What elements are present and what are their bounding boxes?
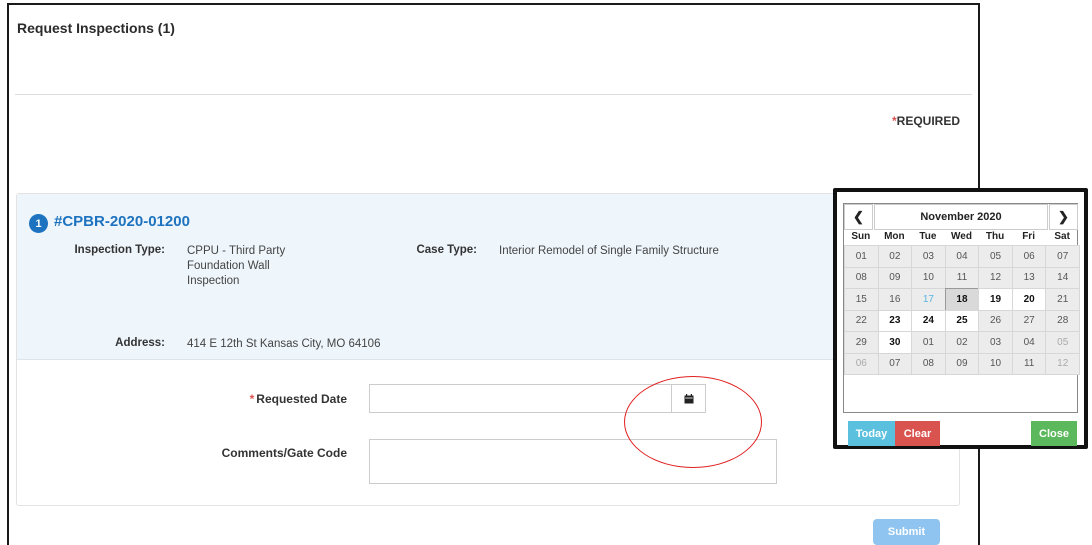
calendar-day[interactable]: 30 xyxy=(877,331,913,354)
calendar-day: 15 xyxy=(844,288,879,311)
weekday-header: Sun Mon Tue Wed Thu Fri Sat xyxy=(844,231,1079,244)
calendar-day: 05 xyxy=(1045,331,1080,354)
calendar-day: 14 xyxy=(1045,266,1080,289)
weekday-label: Tue xyxy=(919,231,937,242)
calendar-day: 03 xyxy=(911,245,946,268)
address-value: 414 E 12th St Kansas City, MO 64106 xyxy=(187,338,381,350)
chevron-right-icon: ❯ xyxy=(1058,209,1069,224)
calendar-day: 29 xyxy=(844,331,879,354)
required-note-text: REQUIRED xyxy=(896,114,960,128)
calendar-day: 11 xyxy=(944,266,980,289)
weekday-label: Sat xyxy=(1054,231,1070,242)
prev-month-button[interactable]: ❮ xyxy=(844,204,873,230)
weekday-label: Sun xyxy=(851,231,871,242)
calendar-day: 07 xyxy=(1045,245,1080,268)
calendar-day: 05 xyxy=(978,245,1013,268)
header-divider xyxy=(15,94,972,95)
calendar-day: 06 xyxy=(1011,245,1047,268)
calendar-days: 01 02 03 04 05 06 07 08 09 10 11 12 13 14 15 16 17 18 19 20… xyxy=(844,245,1080,375)
calendar-day: 21 xyxy=(1045,288,1080,311)
inspection-type-line-1: CPPU - Third Party xyxy=(187,245,286,257)
datepicker-popup: ❮ November 2020 ❯ Sun Mon Tue Wed Thu Fri Sat … xyxy=(833,188,1088,449)
calendar-header: ❮ November 2020 ❯ xyxy=(844,204,1079,230)
case-type-value: Interior Remodel of Single Family Struct… xyxy=(499,245,719,257)
calendar-day: 22 xyxy=(844,309,879,332)
calendar-day: 16 xyxy=(877,288,913,311)
address-label: Address: xyxy=(115,337,165,349)
required-asterisk: * xyxy=(249,392,255,406)
requested-date-label: * Requested Date xyxy=(167,392,347,406)
calendar-day[interactable]: 19 xyxy=(978,288,1013,311)
calendar-day[interactable]: 20 xyxy=(1011,288,1047,311)
calendar-day: 09 xyxy=(944,352,980,375)
calendar-day: 04 xyxy=(1011,331,1047,354)
calendar-day[interactable]: 23 xyxy=(877,309,913,332)
weekday-label: Fri xyxy=(1022,231,1035,242)
calendar-day: 12 xyxy=(978,266,1013,289)
today-button[interactable]: Today xyxy=(848,421,895,446)
next-month-button[interactable]: ❯ xyxy=(1049,204,1078,230)
calendar-day[interactable]: 25 xyxy=(944,309,980,332)
weekday-label: Thu xyxy=(985,231,1005,242)
close-button[interactable]: Close xyxy=(1031,421,1077,446)
case-type-label: Case Type: xyxy=(416,244,477,256)
calendar-day: 04 xyxy=(944,245,980,268)
case-id-link[interactable]: #CPBR-2020-01200 xyxy=(54,213,190,230)
calendar-day: 02 xyxy=(877,245,913,268)
requested-date-label-text: Requested Date xyxy=(256,392,347,406)
calendar-day: 28 xyxy=(1045,309,1080,332)
calendar-day: 01 xyxy=(911,331,946,354)
chevron-left-icon: ❮ xyxy=(853,209,864,224)
calendar-day: 01 xyxy=(844,245,879,268)
inspection-type-line-3: Inspection xyxy=(187,275,240,287)
case-number-badge: 1 xyxy=(29,214,48,233)
calendar-day: 26 xyxy=(978,309,1013,332)
calendar-day: 06 xyxy=(844,352,879,375)
month-title[interactable]: November 2020 xyxy=(874,204,1048,230)
calendar: ❮ November 2020 ❯ Sun Mon Tue Wed Thu Fri Sat … xyxy=(843,203,1080,413)
inspection-panel: 1 #CPBR-2020-01200 Inspection Type: CPPU… xyxy=(16,193,960,506)
calendar-day: 03 xyxy=(978,331,1013,354)
clear-button[interactable]: Clear xyxy=(895,421,940,446)
submit-button[interactable]: Submit xyxy=(873,519,940,545)
calendar-day: 10 xyxy=(911,266,946,289)
calendar-day: 13 xyxy=(1011,266,1047,289)
dialog-title: Request Inspections (1) xyxy=(17,20,175,36)
inspection-type-value: CPPU - Third Party Foundation Wall Inspe… xyxy=(187,244,337,289)
inspection-type-label: Inspection Type: xyxy=(74,244,165,256)
annotation-circle xyxy=(624,376,762,468)
calendar-day: 11 xyxy=(1011,352,1047,375)
calendar-day[interactable]: 24 xyxy=(911,309,946,332)
calendar-day: 10 xyxy=(978,352,1013,375)
weekday-label: Mon xyxy=(884,231,905,242)
calendar-day: 08 xyxy=(911,352,946,375)
calendar-day: 09 xyxy=(877,266,913,289)
required-note: *REQUIRED xyxy=(892,114,960,128)
case-details-section: 1 #CPBR-2020-01200 Inspection Type: CPPU… xyxy=(17,194,959,360)
calendar-day: 07 xyxy=(877,352,913,375)
calendar-day: 02 xyxy=(944,331,980,354)
calendar-day[interactable]: 18 xyxy=(944,288,980,311)
comments-label: Comments/Gate Code xyxy=(221,446,347,460)
calendar-day: 17 xyxy=(911,288,946,311)
inspection-type-line-2: Foundation Wall xyxy=(187,260,270,272)
weekday-label: Wed xyxy=(951,231,972,242)
calendar-day: 27 xyxy=(1011,309,1047,332)
calendar-day: 12 xyxy=(1045,352,1080,375)
calendar-day: 08 xyxy=(844,266,879,289)
